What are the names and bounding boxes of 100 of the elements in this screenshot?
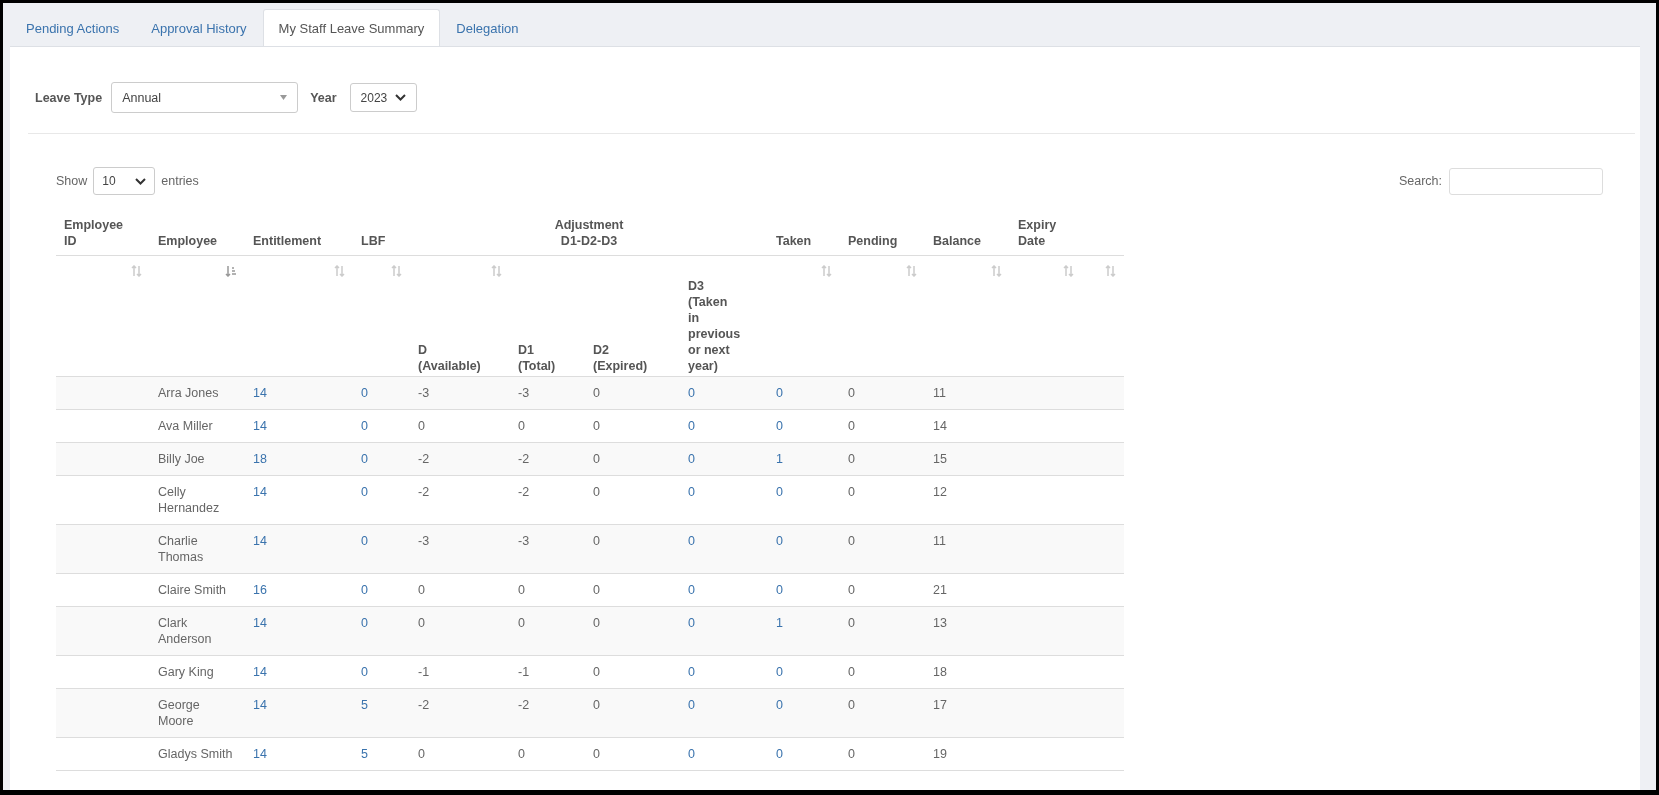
table-cell: 14 bbox=[925, 409, 1010, 443]
value-link[interactable]: 0 bbox=[680, 688, 768, 738]
column-header[interactable]: D3 (Taken in previous or next year) bbox=[680, 255, 768, 377]
value-link[interactable]: 1 bbox=[768, 606, 840, 656]
employee-name: Gary King bbox=[150, 655, 245, 689]
value-link[interactable]: 0 bbox=[680, 606, 768, 656]
table-cell: 0 bbox=[840, 442, 925, 476]
column-header[interactable]: Employee ID bbox=[56, 207, 150, 256]
value-link[interactable]: 14 bbox=[245, 524, 353, 574]
sort-icon[interactable] bbox=[906, 265, 917, 277]
entries-label: entries bbox=[161, 174, 199, 188]
sort-icon[interactable] bbox=[821, 265, 832, 277]
value-link[interactable]: 5 bbox=[353, 737, 410, 771]
sort-icon[interactable] bbox=[1063, 265, 1074, 277]
sort-ascending-icon[interactable] bbox=[225, 265, 237, 277]
tab[interactable]: My Staff Leave Summary bbox=[262, 9, 441, 46]
tab[interactable]: Pending Actions bbox=[10, 10, 136, 46]
value-link[interactable]: 14 bbox=[245, 475, 353, 525]
column-header[interactable]: D (Available) bbox=[410, 255, 510, 377]
value-link[interactable]: 0 bbox=[353, 442, 410, 476]
value-link[interactable]: 0 bbox=[680, 409, 768, 443]
value-link[interactable]: 0 bbox=[768, 475, 840, 525]
value-link[interactable]: 0 bbox=[680, 442, 768, 476]
column-header[interactable]: LBF bbox=[353, 207, 410, 256]
table-cell: 12 bbox=[925, 475, 1010, 525]
value-link[interactable]: 0 bbox=[768, 524, 840, 574]
value-link[interactable]: 0 bbox=[353, 524, 410, 574]
value-link[interactable]: 0 bbox=[353, 409, 410, 443]
value-link[interactable]: 14 bbox=[245, 655, 353, 689]
page-length-dropdown[interactable]: 10 bbox=[93, 167, 156, 195]
table-cell: -3 bbox=[410, 376, 510, 410]
value-link[interactable]: 0 bbox=[768, 688, 840, 738]
value-link[interactable]: 0 bbox=[768, 376, 840, 410]
column-header[interactable]: Balance bbox=[925, 207, 1010, 256]
value-link[interactable]: 0 bbox=[680, 737, 768, 771]
value-link[interactable]: 14 bbox=[245, 737, 353, 771]
value-link[interactable]: 0 bbox=[680, 376, 768, 410]
value-link[interactable]: 18 bbox=[245, 442, 353, 476]
value-link[interactable]: 14 bbox=[245, 409, 353, 443]
tab[interactable]: Delegation bbox=[440, 10, 535, 46]
table-cell: 0 bbox=[510, 409, 585, 443]
value-link[interactable]: 0 bbox=[768, 655, 840, 689]
search-field[interactable] bbox=[1449, 167, 1603, 195]
table-cell: 11 bbox=[925, 524, 1010, 574]
employee-name: Gladys Smith bbox=[150, 737, 245, 771]
sort-icon[interactable] bbox=[1105, 265, 1116, 277]
employee-name: Clark Anderson bbox=[150, 606, 245, 656]
column-header[interactable]: Pending bbox=[840, 207, 925, 256]
value-link[interactable]: 0 bbox=[680, 524, 768, 574]
value-link[interactable]: 0 bbox=[680, 573, 768, 607]
value-link[interactable]: 1 bbox=[768, 442, 840, 476]
sort-icon[interactable] bbox=[991, 265, 1002, 277]
column-header[interactable]: Entitlement bbox=[245, 207, 353, 256]
table-cell: 0 bbox=[585, 655, 680, 689]
column-header[interactable]: Employee bbox=[150, 207, 245, 256]
column-header[interactable]: Taken bbox=[768, 207, 840, 256]
sort-icon[interactable] bbox=[391, 265, 402, 277]
table-cell: 17 bbox=[925, 688, 1010, 738]
table-cell: -2 bbox=[410, 442, 510, 476]
value-link[interactable]: 0 bbox=[768, 737, 840, 771]
value-link[interactable]: 14 bbox=[245, 606, 353, 656]
chevron-down-icon bbox=[135, 177, 147, 185]
value-link[interactable]: 0 bbox=[680, 655, 768, 689]
value-link[interactable]: 0 bbox=[353, 376, 410, 410]
value-link[interactable]: 0 bbox=[353, 573, 410, 607]
table-cell: 0 bbox=[840, 573, 925, 607]
value-link[interactable]: 0 bbox=[353, 475, 410, 525]
sort-icon[interactable] bbox=[491, 265, 502, 277]
table-cell: 0 bbox=[510, 737, 585, 771]
table-cell: 18 bbox=[925, 655, 1010, 689]
value-link[interactable]: 0 bbox=[353, 655, 410, 689]
value-link[interactable]: 0 bbox=[768, 573, 840, 607]
field-label: Year bbox=[310, 90, 337, 105]
column-header[interactable]: Expiry Date bbox=[1010, 207, 1082, 256]
value-link[interactable]: 14 bbox=[245, 688, 353, 738]
tab[interactable]: Approval History bbox=[135, 10, 263, 46]
table-cell: 19 bbox=[925, 737, 1010, 771]
sort-icon[interactable] bbox=[131, 265, 142, 277]
value-link[interactable]: 14 bbox=[245, 376, 353, 410]
table-cell: 0 bbox=[840, 409, 925, 443]
table-cell: 15 bbox=[925, 442, 1010, 476]
value-link[interactable]: 0 bbox=[353, 606, 410, 656]
value-link[interactable]: 16 bbox=[245, 573, 353, 607]
table-cell: 0 bbox=[585, 475, 680, 525]
leave-type-dropdown[interactable]: Annual bbox=[111, 82, 299, 113]
table-cell: 11 bbox=[925, 376, 1010, 410]
table-cell: 0 bbox=[410, 573, 510, 607]
value-link[interactable]: 0 bbox=[680, 475, 768, 525]
value-link[interactable]: 0 bbox=[768, 409, 840, 443]
employee-name: Charlie Thomas bbox=[150, 524, 245, 574]
year-dropdown[interactable]: 2023 bbox=[349, 83, 417, 112]
column-header[interactable]: Adjustment D1-D2-D3 bbox=[410, 207, 768, 256]
table-cell: 0 bbox=[840, 655, 925, 689]
table-cell: 0 bbox=[840, 524, 925, 574]
sort-icon[interactable] bbox=[334, 265, 345, 277]
column-header[interactable]: D1 (Total) bbox=[510, 255, 585, 377]
value-link[interactable]: 5 bbox=[353, 688, 410, 738]
table-cell: 0 bbox=[585, 376, 680, 410]
column-header[interactable]: D2 (Expired) bbox=[585, 255, 680, 377]
table-cell: -2 bbox=[510, 442, 585, 476]
